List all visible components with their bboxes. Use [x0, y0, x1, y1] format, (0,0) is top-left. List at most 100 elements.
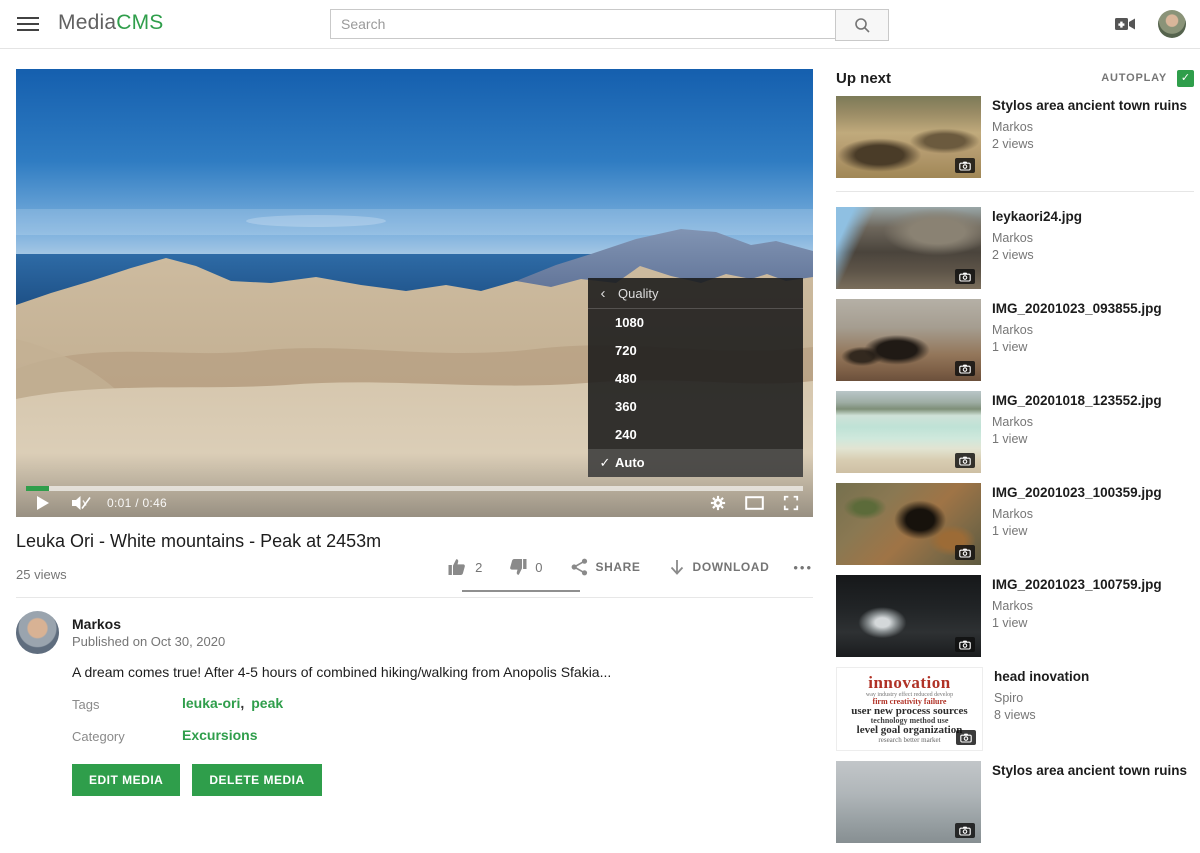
camera-icon — [959, 456, 971, 466]
upnext-item[interactable]: IMG_20201023_093855.jpg Markos 1 view — [836, 299, 1194, 381]
back-chevron-icon: ‹ — [588, 285, 618, 302]
upnext-thumbnail — [836, 483, 981, 565]
settings-button[interactable] — [710, 495, 726, 511]
quality-menu-back[interactable]: ‹ Quality — [588, 278, 803, 309]
camera-badge — [955, 637, 975, 652]
media-description: A dream comes true! After 4-5 hours of c… — [72, 664, 772, 680]
autoplay-label: AUTOPLAY — [1101, 72, 1167, 84]
upnext-item-info: IMG_20201023_100359.jpg Markos 1 view — [981, 483, 1162, 565]
upnext-title: Up next — [836, 70, 891, 87]
upnext-item-title: head inovation — [994, 669, 1089, 686]
upnext-item-title: IMG_20201023_093855.jpg — [992, 301, 1162, 318]
upnext-item-author: Markos — [992, 415, 1162, 429]
quality-menu-title: Quality — [618, 286, 658, 301]
upnext-item[interactable]: leykaori24.jpg Markos 2 views — [836, 207, 1194, 289]
thumbs-down-icon — [508, 558, 527, 576]
player-controls: 0:01 / 0:46 — [16, 489, 813, 517]
autoplay-toggle: AUTOPLAY ✓ — [1101, 70, 1194, 87]
upnext-thumbnail: innovation way industry effect reduced d… — [836, 667, 983, 751]
upnext-thumbnail — [836, 575, 981, 657]
delete-media-button[interactable]: DELETE MEDIA — [192, 764, 321, 796]
mute-button[interactable] — [71, 495, 91, 511]
upnext-item-info: IMG_20201023_100759.jpg Markos 1 view — [981, 575, 1162, 657]
download-icon — [669, 559, 685, 576]
quality-option[interactable]: 480 — [588, 365, 803, 393]
more-dots-icon: ••• — [793, 560, 813, 575]
theater-mode-button[interactable] — [745, 496, 764, 510]
upnext-item[interactable]: IMG_20201023_100359.jpg Markos 1 view — [836, 483, 1194, 565]
play-icon — [36, 496, 49, 510]
camera-icon — [959, 364, 971, 374]
user-avatar[interactable] — [1158, 10, 1186, 38]
quality-option-label: 1080 — [615, 315, 644, 330]
author-name[interactable]: Markos — [72, 616, 121, 632]
camera-badge — [955, 823, 975, 838]
autoplay-checkbox[interactable]: ✓ — [1177, 70, 1194, 87]
quality-option-label: Auto — [615, 455, 645, 470]
upnext-item[interactable]: Stylos area ancient town ruins — [836, 761, 1194, 843]
share-button[interactable]: SHARE — [571, 558, 641, 576]
dislike-count: 0 — [535, 560, 542, 575]
top-navbar: MediaCMS — [0, 0, 1200, 49]
search-input[interactable] — [330, 9, 835, 39]
quality-options: 1080 720 480 360 — [588, 309, 803, 477]
play-button[interactable] — [36, 496, 49, 510]
upnext-item-info: IMG_20201023_093855.jpg Markos 1 view — [981, 299, 1162, 381]
tags-label: Tags — [72, 697, 99, 712]
hamburger-menu-icon[interactable] — [17, 15, 39, 33]
upnext-item-title: leykaori24.jpg — [992, 209, 1082, 226]
upnext-item[interactable]: Stylos area ancient town ruins Markos 2 … — [836, 96, 1194, 192]
quality-option-label: 720 — [615, 343, 637, 358]
camera-icon — [959, 826, 971, 836]
brand-cms-text: CMS — [116, 11, 163, 34]
upnext-item-title: IMG_20201023_100759.jpg — [992, 577, 1162, 594]
upnext-sidebar: Up next AUTOPLAY ✓ — [836, 69, 1194, 853]
share-icon — [571, 558, 588, 576]
video-player[interactable]: 0:01 / 0:46 — [16, 69, 813, 517]
search-button[interactable] — [835, 9, 889, 41]
more-actions-button[interactable]: ••• — [793, 560, 813, 575]
upnext-thumbnail — [836, 761, 981, 843]
quality-option[interactable]: 240 — [588, 421, 803, 449]
edit-media-button[interactable]: EDIT MEDIA — [72, 764, 180, 796]
check-icon: ✓ — [596, 449, 614, 477]
gear-icon — [710, 495, 726, 511]
camera-badge — [955, 158, 975, 173]
camera-icon — [959, 640, 971, 650]
upnext-item-views: 8 views — [994, 708, 1089, 722]
camera-icon — [959, 161, 971, 171]
upnext-item[interactable]: IMG_20201023_100759.jpg Markos 1 view — [836, 575, 1194, 657]
quality-option[interactable]: ✓ Auto — [588, 449, 803, 477]
camera-icon — [959, 272, 971, 282]
brand-logo[interactable]: MediaCMS — [58, 11, 163, 35]
tag-separator: , — [240, 695, 244, 711]
upload-media-button[interactable] — [1112, 14, 1138, 34]
time-display: 0:01 / 0:46 — [107, 496, 167, 510]
search-icon — [853, 16, 871, 34]
publish-date: Published on Oct 30, 2020 — [72, 634, 225, 649]
upnext-item-title: IMG_20201018_123552.jpg — [992, 393, 1162, 410]
action-bar: 2 0 SHARE DOWNLOAD ••• — [448, 558, 813, 576]
category-link[interactable]: Excursions — [182, 727, 257, 743]
upnext-item[interactable]: IMG_20201018_123552.jpg Markos 1 view — [836, 391, 1194, 473]
tag-link[interactable]: peak — [251, 695, 283, 711]
camera-badge — [956, 730, 976, 745]
upnext-item-info: IMG_20201018_123552.jpg Markos 1 view — [981, 391, 1162, 473]
quality-option[interactable]: 720 — [588, 337, 803, 365]
view-count: 25 views — [16, 567, 67, 582]
upnext-item-author: Spiro — [994, 691, 1089, 705]
tag-link[interactable]: leuka-ori — [182, 695, 240, 711]
upnext-item-title: IMG_20201023_100359.jpg — [992, 485, 1162, 502]
upnext-item-title: Stylos area ancient town ruins — [992, 98, 1187, 115]
download-button[interactable]: DOWNLOAD — [669, 559, 770, 576]
camera-badge — [955, 453, 975, 468]
upnext-item-views: 2 views — [992, 137, 1187, 151]
upnext-item[interactable]: innovation way industry effect reduced d… — [836, 667, 1194, 751]
dislike-button[interactable]: 0 — [508, 558, 542, 576]
quality-option[interactable]: 360 — [588, 393, 803, 421]
quality-option[interactable]: 1080 — [588, 309, 803, 337]
fullscreen-button[interactable] — [783, 495, 799, 511]
like-button[interactable]: 2 — [448, 558, 482, 576]
author-avatar[interactable] — [16, 611, 59, 654]
tags-list: leuka-ori, peak — [182, 695, 290, 711]
